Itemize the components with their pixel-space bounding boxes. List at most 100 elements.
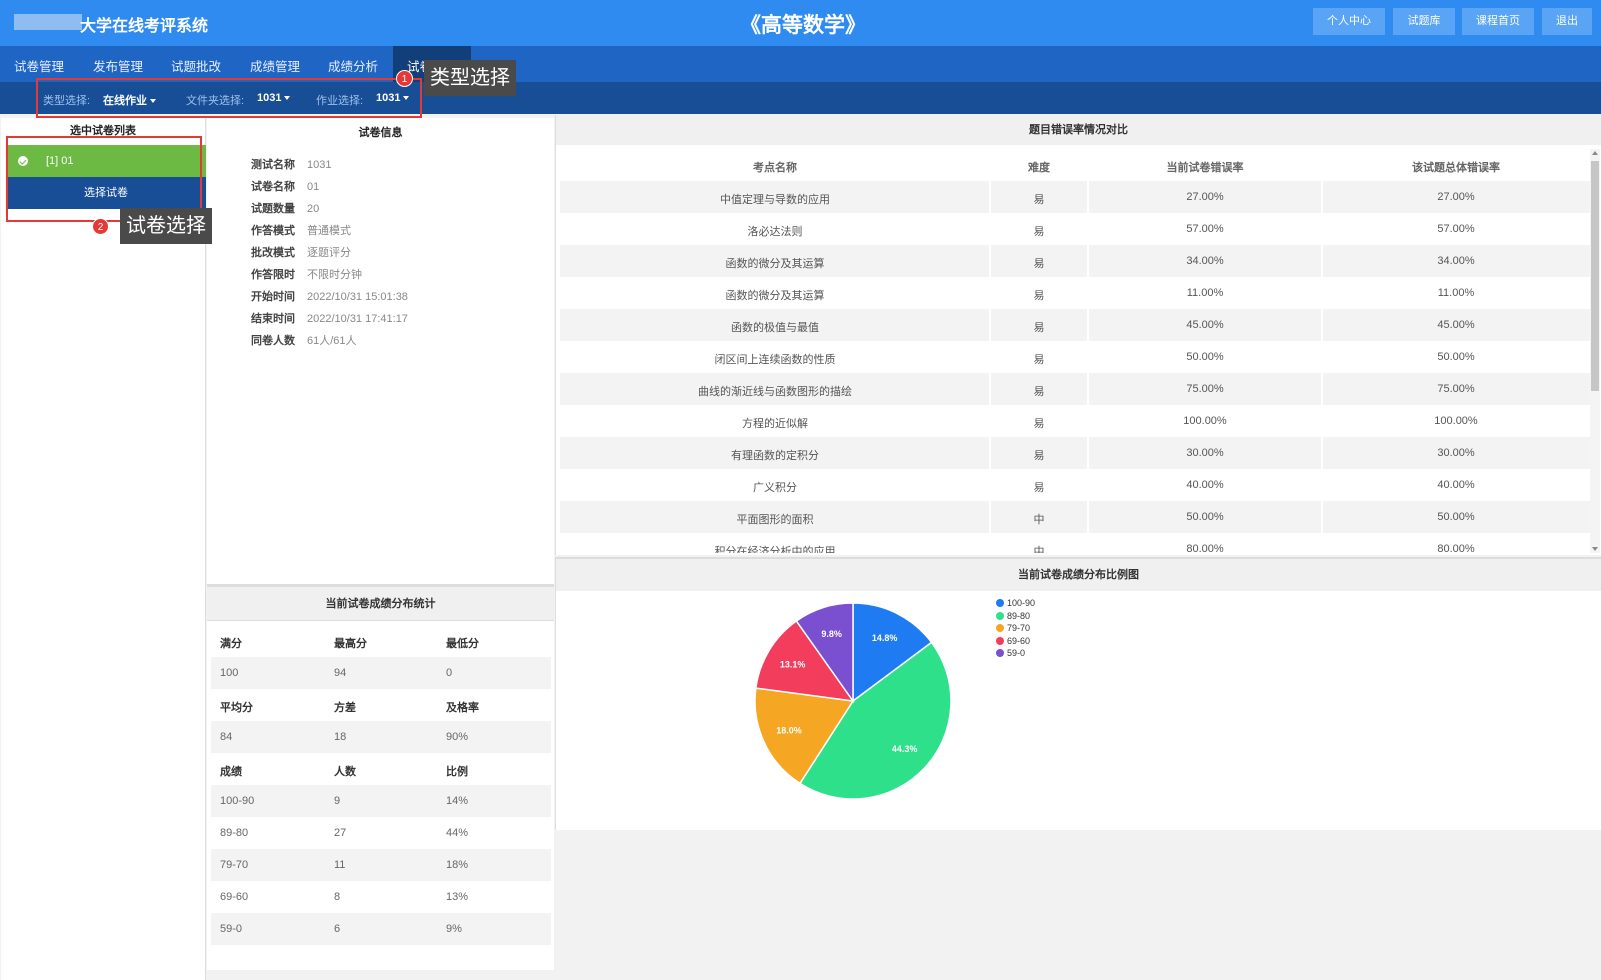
university-logo-placeholder (14, 14, 82, 30)
pie-slice-label: 18.0% (776, 726, 802, 736)
legend-label: 59-0 (1007, 648, 1026, 658)
cell-divider (1321, 533, 1323, 553)
cell-divider (1087, 309, 1089, 341)
table-cell: 30.00% (1186, 447, 1224, 459)
stats-cell: 8 (334, 891, 341, 903)
stats-row: 59-0 6 9% (211, 913, 551, 945)
annotation-badge-2: 2 (92, 218, 109, 235)
info-value: 不限时分钟 (307, 269, 362, 281)
cell-divider (1087, 469, 1089, 501)
nav-grading[interactable]: 试题批改 (171, 46, 221, 82)
column-header: 难度 (1028, 162, 1050, 174)
table-row: 函数的极值与最值 易 45.00% 45.00% (560, 309, 1590, 341)
stats-cell: 84 (220, 731, 233, 743)
info-key: 试卷名称 (251, 181, 295, 193)
stats-cell: 100 (220, 667, 239, 679)
paper-info-title: 试卷信息 (358, 127, 403, 139)
scrollbar-thumb[interactable] (1591, 161, 1599, 391)
info-value: 61人/61人 (307, 335, 357, 347)
table-header-row: 考点名称 难度 当前试卷错误率 该试题总体错误率 (560, 149, 1590, 181)
stats-cell: 14% (446, 795, 469, 807)
logout-button[interactable]: 退出 (1542, 8, 1592, 35)
table-cell: 曲线的渐近线与函数图形的描绘 (698, 386, 852, 398)
stats-cell: 11 (334, 859, 346, 871)
scroll-down-arrow-icon[interactable] (1592, 547, 1598, 551)
info-row: 同卷人数 61人/61人 (251, 332, 357, 348)
table-cell: 易 (1033, 450, 1045, 462)
nav-publish-management[interactable]: 发布管理 (93, 46, 143, 82)
pie-slice-label: 44.3% (892, 744, 918, 754)
table-row: 有理函数的定积分 易 30.00% 30.00% (560, 437, 1590, 469)
table-cell: 45.00% (1186, 319, 1224, 331)
column-header: 考点名称 (753, 162, 797, 174)
annotation-badge-1: 1 (396, 70, 413, 87)
stats-row: 84 18 90% (211, 721, 551, 753)
info-value: 普通模式 (307, 225, 351, 237)
stats-cell: 比例 (446, 766, 468, 778)
table-cell: 易 (1033, 354, 1045, 366)
legend-item[interactable]: 69-60 (996, 635, 1035, 648)
table-cell: 45.00% (1437, 319, 1475, 331)
paper-info-panel: 试卷信息 测试名称 1031 试卷名称 01 试题数量 20 作答模式 普通模式 批改模… (207, 118, 554, 584)
table-cell: 50.00% (1186, 511, 1224, 523)
question-bank-button[interactable]: 试题库 (1393, 8, 1455, 35)
table-row: 平面图形的面积 中 50.00% 50.00% (560, 501, 1590, 533)
cell-divider (1321, 469, 1323, 501)
table-row: 函数的微分及其运算 易 34.00% 34.00% (560, 245, 1590, 277)
legend-dot-icon (996, 649, 1004, 657)
stats-cell: 0 (446, 667, 453, 679)
table-cell: 100.00% (1183, 415, 1227, 427)
table-cell: 34.00% (1437, 255, 1475, 267)
annotation-box-type-select (36, 78, 422, 118)
table-cell: 中 (1033, 546, 1045, 553)
info-row: 作答模式 普通模式 (251, 222, 351, 238)
stats-cell: 94 (334, 667, 347, 679)
info-row: 试题数量 20 (251, 200, 319, 216)
top-header: 大学在线考评系统 《高等数学》 个人中心 试题库 课程首页 退出 (0, 0, 1601, 46)
cell-divider (989, 405, 991, 437)
table-cell: 易 (1033, 322, 1045, 334)
legend-item[interactable]: 89-80 (996, 610, 1035, 623)
score-distribution-stats-panel: 当前试卷成绩分布统计 满分 最高分 最低分 100 94 0 平均分 方差 及格率 84 18… (207, 584, 554, 970)
table-cell: 40.00% (1186, 479, 1224, 491)
table-cell: 75.00% (1437, 383, 1475, 395)
legend-item[interactable]: 79-70 (996, 622, 1035, 635)
info-key: 测试名称 (251, 159, 295, 171)
table-cell: 57.00% (1437, 223, 1475, 235)
legend-label: 100-90 (1007, 598, 1036, 608)
table-scrollbar[interactable] (1590, 149, 1600, 553)
stats-row: 满分 最高分 最低分 (211, 625, 551, 657)
info-value: 01 (307, 181, 320, 193)
table-cell: 易 (1033, 482, 1045, 494)
pie-chart-title: 当前试卷成绩分布比例图 (556, 559, 1601, 591)
nav-score-analysis[interactable]: 成绩分析 (328, 46, 378, 82)
legend-item[interactable]: 59-0 (996, 647, 1035, 660)
table-cell: 中值定理与导数的应用 (720, 194, 830, 206)
nav-paper-management[interactable]: 试卷管理 (14, 46, 64, 82)
stats-cell: 90% (446, 731, 469, 743)
legend-label: 69-60 (1007, 635, 1031, 646)
cell-divider (1321, 309, 1323, 341)
table-cell: 75.00% (1186, 383, 1224, 395)
info-value: 2022/10/31 17:41:17 (307, 313, 408, 325)
pie-legend: 100-90 89-80 79-70 69-60 59-0 (996, 597, 1035, 660)
table-cell: 30.00% (1437, 447, 1475, 459)
info-key: 开始时间 (251, 291, 295, 303)
stats-cell: 人数 (334, 766, 356, 778)
nav-score-management[interactable]: 成绩管理 (250, 46, 300, 82)
legend-dot-icon (996, 599, 1004, 607)
table-cell: 易 (1033, 226, 1045, 238)
scroll-up-arrow-icon[interactable] (1592, 151, 1598, 155)
personal-center-button[interactable]: 个人中心 (1313, 8, 1385, 35)
stats-cell: 最低分 (446, 638, 479, 650)
info-key: 同卷人数 (251, 335, 295, 347)
cell-divider (989, 341, 991, 373)
table-cell: 11.00% (1437, 287, 1475, 299)
course-home-button[interactable]: 课程首页 (1462, 8, 1534, 35)
legend-item[interactable]: 100-90 (996, 597, 1035, 610)
cell-divider (1321, 405, 1323, 437)
info-value: 逐题评分 (307, 247, 351, 259)
info-row: 试卷名称 01 (251, 178, 319, 194)
cell-divider (989, 469, 991, 501)
cell-divider (1087, 373, 1089, 405)
